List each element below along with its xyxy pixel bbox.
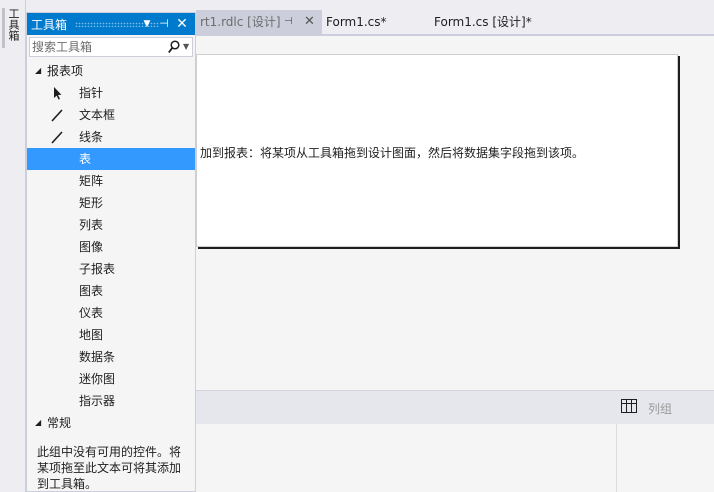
toolbox-item-databar[interactable]: 数据条 xyxy=(27,346,195,368)
item-label: 列表 xyxy=(79,218,104,232)
column-group-label: 列组 xyxy=(648,402,673,416)
toolbox-item-subreport[interactable]: 子报表 xyxy=(27,258,195,280)
toolbox-item-textbox[interactable]: 文本框 xyxy=(27,104,195,126)
item-label: 指针 xyxy=(79,86,104,100)
toolbox-item-list: ◢ 报表项 指针 文本框 线条 表 矩阵 矩形 列表 图像 子报表 图表 仪表 … xyxy=(27,60,195,492)
column-group-icon xyxy=(621,399,637,413)
item-label: 图像 xyxy=(79,240,104,254)
toolbox-item-indicator[interactable]: 指示器 xyxy=(27,390,195,412)
tab-report-design[interactable]: rt1.rdlc [设计] ⊣ ✕ xyxy=(196,10,322,34)
side-tab-toolbox[interactable]: 工具箱 xyxy=(6,8,20,41)
toolbox-item-line[interactable]: 线条 xyxy=(27,126,195,148)
toolbox-item-sparkline[interactable]: 迷你图 xyxy=(27,368,195,390)
toolbox-item-table[interactable]: 表 xyxy=(27,148,195,170)
side-tab-indicator xyxy=(2,8,5,48)
item-label: 数据条 xyxy=(79,350,116,364)
item-label: 文本框 xyxy=(79,108,116,122)
group-header-general[interactable]: ◢ 常规 xyxy=(27,412,195,434)
item-label: 矩阵 xyxy=(79,174,104,188)
tab-label: Form1.cs [设计]* xyxy=(434,15,532,29)
toolbox-item-gauge[interactable]: 仪表 xyxy=(27,302,195,324)
group-header-report-items[interactable]: ◢ 报表项 xyxy=(27,60,195,82)
toolbox-search-box: ▼ xyxy=(29,37,193,57)
toolbox-window: 工具箱 ▼ ⊣ ✕ ▼ ◢ 报表项 指针 文本框 xyxy=(26,12,196,492)
auto-hide-pin-icon[interactable]: ⊣ xyxy=(157,16,171,32)
item-label: 仪表 xyxy=(79,306,104,320)
side-tab-strip: 工具箱 xyxy=(0,0,26,492)
item-label: 地图 xyxy=(79,328,104,342)
close-icon[interactable]: ✕ xyxy=(175,16,189,32)
toolbox-item-list[interactable]: 列表 xyxy=(27,214,195,236)
toolbox-title-bar[interactable]: 工具箱 ▼ ⊣ ✕ xyxy=(27,13,195,35)
toolbox-item-image[interactable]: 图像 xyxy=(27,236,195,258)
tab-form-design[interactable]: Form1.cs [设计]* xyxy=(434,10,564,34)
toolbox-item-matrix[interactable]: 矩阵 xyxy=(27,170,195,192)
toolbox-item-rectangle[interactable]: 矩形 xyxy=(27,192,195,214)
tab-close-icon[interactable]: ✕ xyxy=(304,10,315,34)
item-label: 表 xyxy=(79,152,92,166)
search-icon[interactable] xyxy=(168,40,180,54)
tab-pin-icon[interactable]: ⊣ xyxy=(284,10,293,34)
item-label: 指示器 xyxy=(79,394,116,408)
window-menu-icon[interactable]: ▼ xyxy=(140,16,154,32)
tab-form-code[interactable]: Form1.cs* xyxy=(326,10,406,34)
search-options-chevron-icon[interactable]: ▼ xyxy=(183,40,189,54)
expanded-triangle-icon[interactable]: ◢ xyxy=(35,60,41,82)
tab-label: rt1.rdlc [设计] xyxy=(200,15,281,29)
expanded-triangle-icon[interactable]: ◢ xyxy=(35,412,41,434)
item-label: 迷你图 xyxy=(79,372,116,386)
toolbox-search-input[interactable] xyxy=(32,39,162,55)
editor-tab-row: rt1.rdlc [设计] ⊣ ✕ Form1.cs* Form1.cs [设计… xyxy=(196,10,714,34)
group-label: 常规 xyxy=(47,416,72,430)
item-label: 子报表 xyxy=(79,262,116,276)
group-label: 报表项 xyxy=(47,64,84,78)
toolbox-item-chart[interactable]: 图表 xyxy=(27,280,195,302)
textbox-icon xyxy=(51,109,63,122)
line-icon xyxy=(51,131,63,144)
report-hint-text: 加到报表：将某项从工具箱拖到设计图面，然后将数据集字段拖到该项。 xyxy=(200,146,585,160)
pointer-icon xyxy=(54,87,62,100)
toolbox-item-map[interactable]: 地图 xyxy=(27,324,195,346)
item-label: 线条 xyxy=(79,130,104,144)
item-label: 图表 xyxy=(79,284,104,298)
row-groups-pane[interactable] xyxy=(196,424,616,492)
tab-label: Form1.cs* xyxy=(326,15,387,29)
toolbox-title: 工具箱 xyxy=(31,18,68,32)
toolbox-item-pointer[interactable]: 指针 xyxy=(27,82,195,104)
column-groups-pane[interactable] xyxy=(616,424,714,492)
item-label: 矩形 xyxy=(79,196,104,210)
group-empty-message: 此组中没有可用的控件。将某项拖至此文本可将其添加到工具箱。 xyxy=(37,445,182,491)
